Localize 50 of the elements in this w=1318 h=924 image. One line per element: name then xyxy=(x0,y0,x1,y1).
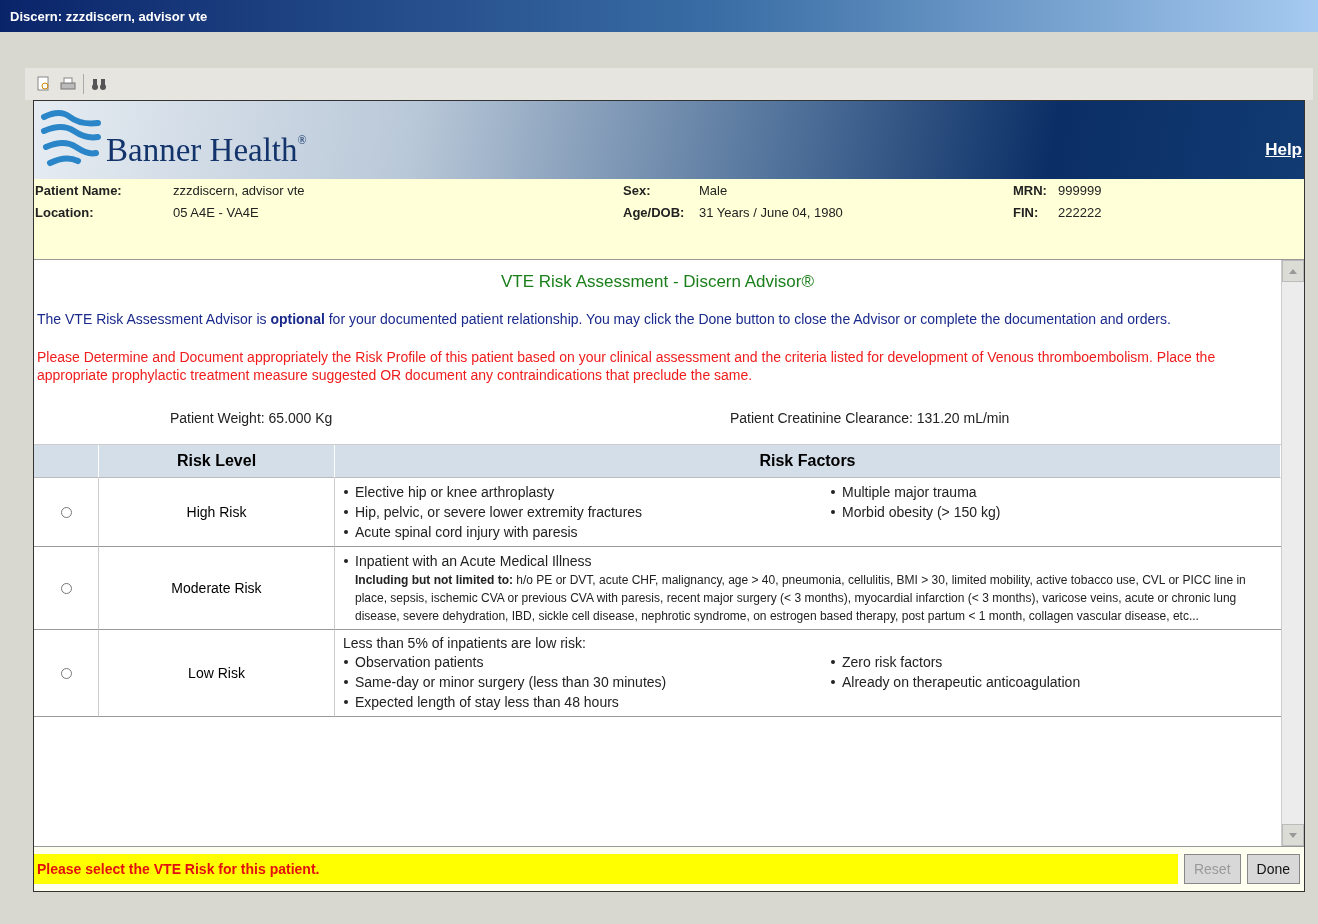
window-title: Discern: zzzdiscern, advisor vte xyxy=(10,8,208,24)
help-link[interactable]: Help xyxy=(1265,140,1302,160)
risk-factor-text: Same-day or minor surgery (less than 30 minutes) xyxy=(343,672,830,692)
field-value: 05 A4E - VA4E xyxy=(173,205,260,222)
preview-icon xyxy=(36,76,52,92)
measurement-text: Patient Creatinine Clearance: 131.20 mL/min xyxy=(730,410,1011,426)
radio-button[interactable] xyxy=(60,582,72,594)
toolbar-button[interactable] xyxy=(59,75,77,93)
status-message: Please select the VTE Risk for this patient. xyxy=(34,854,1178,884)
printer-icon xyxy=(60,76,76,92)
field-value: 999999 xyxy=(1058,183,1103,200)
section-heading: VTE Risk Assessment - Discern Advisor® xyxy=(500,271,815,293)
action-button[interactable]: Done xyxy=(1246,854,1300,884)
note-text: Including but not limited to: h/o PE or DVT, acute CHF, malignancy, age > 40, pneumonia, cellulitis, BMI > 30, limited mobility, active tobacco use, CVL or PICC line in place, sepsis, ischemic CVA or previous CVA with paresis, recent major surgery (< 3 months), myocardial infarction (< 3 months), varicose veins, acute or chronic lung disease, severe dehydration, IBD, sickle cell disease, nephrotic syndrome, on estrogen based therapy, post partum < 1 month, collagen vascular disease, etc... xyxy=(354,572,1247,625)
intro-text: The VTE Risk Assessment Advisor is optional for your documented patient relationship. You may click the Done button to close the Advisor or complete the documentation and orders. xyxy=(36,310,1172,328)
lead-text: Less than 5% of inpatients are low risk: xyxy=(343,634,587,652)
field-value: 222222 xyxy=(1058,205,1103,222)
radio-button[interactable] xyxy=(60,667,72,679)
field-value: Male xyxy=(699,183,729,200)
down-arrow-icon xyxy=(1289,832,1297,838)
risk-factor-text: Already on therapeutic anticoagulation xyxy=(830,672,1273,692)
risk-factor-text: Zero risk factors xyxy=(830,652,1273,672)
table-cell: Low Risk xyxy=(99,630,335,717)
field-label: Sex: xyxy=(623,183,652,200)
risk-factor-text: Morbid obesity (> 150 kg) xyxy=(830,502,1273,522)
field-label: MRN: xyxy=(1013,183,1048,200)
instruction-text: Please Determine and Document appropriately the Risk Profile of this patient based on your clinical assessment and the criteria listed for development of Venous thromboembolism. Place the appropriate prophylactic treatment measure suggested OR document any contraindications that preclude the same. xyxy=(36,348,1217,384)
column-header: Risk Level xyxy=(99,445,335,478)
up-arrow-icon xyxy=(1289,268,1297,274)
risk-factor-text: Elective hip or knee arthroplasty xyxy=(343,482,830,502)
risk-factor-text: Acute spinal cord injury with paresis xyxy=(343,522,830,542)
risk-factor-text: Inpatient with an Acute Medical Illness xyxy=(343,551,1273,571)
field-label: Location: xyxy=(35,205,95,222)
column-header: Risk Factors xyxy=(335,445,1281,478)
table-cell: High Risk xyxy=(99,478,335,547)
table-cell: Moderate Risk xyxy=(99,547,335,630)
risk-factor-text: Observation patients xyxy=(343,652,830,672)
field-label: Age/DOB: xyxy=(623,205,686,222)
field-label: FIN: xyxy=(1013,205,1040,222)
logo-text: Banner Health$^{®}$ xyxy=(106,134,307,170)
binoculars-icon xyxy=(91,76,107,92)
field-value: 31 Years / June 04, 1980 xyxy=(699,205,844,222)
radio-button[interactable] xyxy=(60,506,72,518)
scrollbar[interactable] xyxy=(1281,260,1304,846)
risk-factor-text: Multiple major trauma xyxy=(830,482,1273,502)
risk-factor-text: Hip, pelvic, or severe lower extremity fractures xyxy=(343,502,830,522)
field-label: Patient Name: xyxy=(35,183,123,200)
risk-factor-text: Expected length of stay less than 48 hours xyxy=(343,692,830,712)
field-value: zzzdiscern, advisor vte xyxy=(173,183,306,200)
measurement-text: Patient Weight: 65.000 Kg xyxy=(170,410,334,426)
